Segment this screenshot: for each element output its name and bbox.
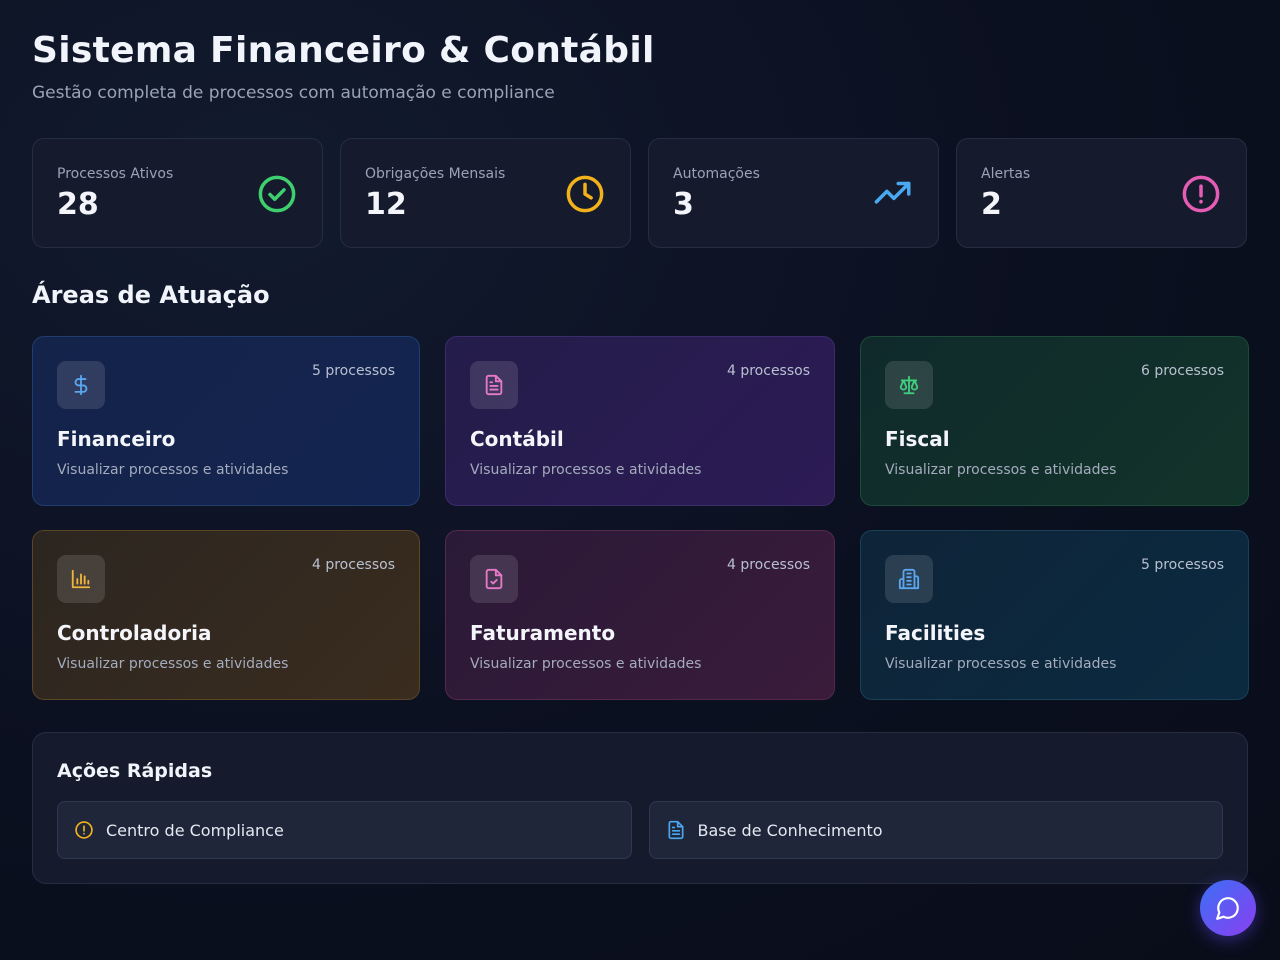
check-circle-icon xyxy=(258,175,296,213)
area-description: Visualizar processos e atividades xyxy=(470,656,702,672)
area-description: Visualizar processos e atividades xyxy=(885,462,1117,478)
area-description: Visualizar processos e atividades xyxy=(885,656,1117,672)
chat-bubble-icon xyxy=(1216,897,1239,920)
page-subtitle: Gestão completa de processos com automaç… xyxy=(32,83,555,103)
section-title: Áreas de Atuação xyxy=(32,281,270,309)
area-icon-box xyxy=(470,555,518,603)
scale-icon xyxy=(899,375,919,395)
quick-actions-panel: Ações Rápidas Centro de Compliance Base … xyxy=(32,732,1248,884)
alert-circle-icon xyxy=(75,821,93,839)
building-icon xyxy=(898,568,920,590)
trending-up-icon xyxy=(874,181,911,204)
area-count: 5 processos xyxy=(1140,557,1224,573)
file-check-icon xyxy=(485,568,503,590)
page-title: Sistema Financeiro & Contábil xyxy=(32,30,655,71)
area-card-controladoria[interactable]: 4 processos Controladoria Visualizar pro… xyxy=(32,530,420,700)
area-description: Visualizar processos e atividades xyxy=(57,656,289,672)
area-title: Contábil xyxy=(470,427,564,451)
area-card-fiscal[interactable]: 6 processos Fiscal Visualizar processos … xyxy=(860,336,1249,506)
stat-card-obrigacoes-mensais: Obrigações Mensais 12 xyxy=(340,138,631,248)
area-icon-box xyxy=(885,555,933,603)
area-icon-box xyxy=(470,361,518,409)
stat-card-automacoes: Automações 3 xyxy=(648,138,939,248)
stats-row: Processos Ativos 28 Obrigações Mensais 1… xyxy=(32,138,1248,248)
area-title: Financeiro xyxy=(57,427,176,451)
area-title: Fiscal xyxy=(885,427,950,451)
area-title: Facilities xyxy=(885,621,986,645)
quick-action-label: Base de Conhecimento xyxy=(697,820,883,840)
area-title: Faturamento xyxy=(470,621,616,645)
area-count: 6 processos xyxy=(1140,363,1224,379)
area-description: Visualizar processos e atividades xyxy=(470,462,702,478)
dashboard: Sistema Financeiro & Contábil Gestão com… xyxy=(32,28,1249,884)
chat-button[interactable] xyxy=(1200,880,1256,936)
quick-actions-row: Centro de Compliance Base de Conheciment… xyxy=(57,801,1223,859)
clock-icon xyxy=(566,175,604,213)
area-description: Visualizar processos e atividades xyxy=(57,462,289,478)
area-icon-box xyxy=(885,361,933,409)
area-card-contabil[interactable]: 4 processos Contábil Visualizar processo… xyxy=(445,336,835,506)
quick-action-label: Centro de Compliance xyxy=(106,820,284,840)
alert-circle-icon xyxy=(1182,175,1220,213)
bar-chart-icon xyxy=(71,569,91,589)
area-card-financeiro[interactable]: 5 processos Financeiro Visualizar proces… xyxy=(32,336,420,506)
document-icon xyxy=(668,820,683,840)
area-count: 4 processos xyxy=(311,557,395,573)
area-icon-box xyxy=(57,361,105,409)
area-icon-box xyxy=(57,555,105,603)
areas-grid: 5 processos Financeiro Visualizar proces… xyxy=(32,336,1249,700)
area-count: 4 processos xyxy=(726,363,810,379)
area-card-faturamento[interactable]: 4 processos Faturamento Visualizar proce… xyxy=(445,530,835,700)
quick-actions-title: Ações Rápidas xyxy=(57,760,213,782)
area-title: Controladoria xyxy=(57,621,212,645)
dollar-icon xyxy=(74,374,88,396)
document-icon xyxy=(485,374,503,396)
stat-card-alertas: Alertas 2 xyxy=(956,138,1247,248)
area-card-facilities[interactable]: 5 processos Facilities Visualizar proces… xyxy=(860,530,1249,700)
stat-card-processos-ativos: Processos Ativos 28 xyxy=(32,138,323,248)
compliance-center-button[interactable]: Centro de Compliance xyxy=(57,801,632,859)
knowledge-base-button[interactable]: Base de Conhecimento xyxy=(648,801,1223,859)
area-count: 4 processos xyxy=(726,557,810,573)
area-count: 5 processos xyxy=(311,363,395,379)
